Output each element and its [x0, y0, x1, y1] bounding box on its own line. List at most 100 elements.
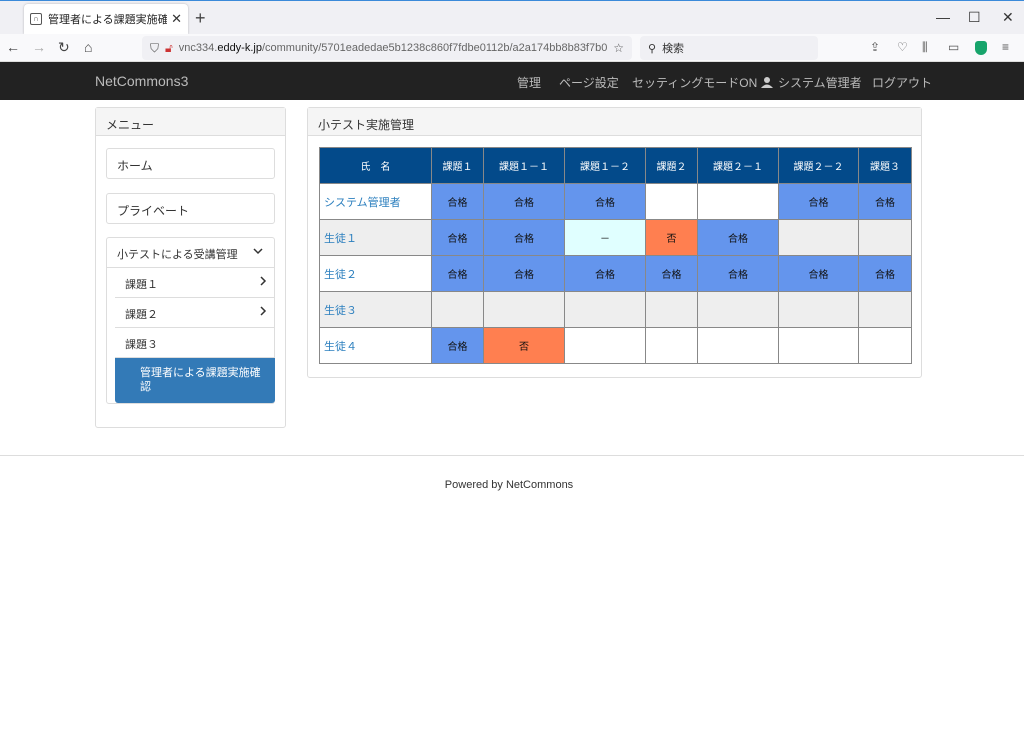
share-icon[interactable]: ⇪	[870, 40, 880, 54]
nav-manage[interactable]: 管理	[517, 74, 541, 91]
result-cell: 合格	[431, 327, 484, 364]
library-icon[interactable]: ⫼	[922, 40, 928, 55]
student-name-link[interactable]: システム管理者	[319, 183, 432, 220]
menu-item-home[interactable]: ホーム	[106, 148, 275, 179]
chevron-right-icon	[260, 306, 267, 316]
table-row: 生徒４ 合格否	[319, 327, 912, 364]
column-header: 課題１－１	[483, 147, 565, 184]
result-cell: 合格	[431, 255, 484, 292]
close-window-icon[interactable]: ✕	[1002, 9, 1014, 26]
result-cell	[645, 183, 698, 220]
nav-page-settings[interactable]: ページ設定	[559, 74, 619, 91]
student-name-link[interactable]: 生徒３	[319, 291, 432, 328]
chevron-down-icon	[253, 248, 263, 255]
result-cell	[645, 327, 698, 364]
result-cell: 合格	[858, 183, 912, 220]
result-cell	[778, 291, 859, 328]
result-cell	[778, 327, 859, 364]
result-cell	[697, 183, 779, 220]
chevron-right-icon	[260, 276, 267, 286]
result-cell	[564, 327, 646, 364]
result-cell: 合格	[778, 183, 859, 220]
result-cell: 合格	[431, 219, 484, 256]
forward-icon[interactable]: →	[32, 39, 46, 55]
menu-heading: メニュー	[96, 108, 285, 136]
browser-tab[interactable]: ∩ 管理者による課題実施確認 - Net ✕	[24, 4, 188, 34]
menu-sub-item-admin-check[interactable]: 管理者による課題実施確認	[115, 358, 275, 403]
column-header: 課題２－２	[778, 147, 859, 184]
result-cell	[564, 291, 646, 328]
pocket-icon[interactable]: ♡	[897, 40, 908, 54]
sidebar-icon[interactable]: ▭	[948, 40, 959, 54]
maximize-icon[interactable]: ☐	[968, 9, 981, 26]
result-cell: 合格	[483, 219, 565, 256]
result-cell: 合格	[858, 255, 912, 292]
column-header: 課題２	[645, 147, 698, 184]
menu-sub-item-task3[interactable]: 課題３	[115, 328, 275, 358]
result-cell: －	[564, 219, 646, 256]
student-name-link[interactable]: 生徒２	[319, 255, 432, 292]
table-row: 生徒３	[319, 291, 912, 328]
result-cell	[858, 327, 912, 364]
reload-icon[interactable]: ↻	[58, 39, 70, 56]
column-header: 課題１－２	[564, 147, 646, 184]
content-heading: 小テスト実施管理	[308, 108, 921, 136]
footer: Powered by NetCommons	[0, 479, 1024, 491]
result-cell: 合格	[697, 255, 779, 292]
nav-user[interactable]: システム管理者	[760, 74, 862, 91]
bookmark-star-icon[interactable]: ☆	[613, 41, 624, 55]
table-row: 生徒１ 合格 合格－否合格	[319, 219, 912, 256]
menu-group-quiz: 小テストによる受講管理 課題１ 課題２ 課題３ 管理者による課題実施確認	[106, 237, 275, 404]
browser-search-input[interactable]: ⚲ 検索	[640, 36, 818, 60]
result-cell	[645, 291, 698, 328]
lock-warning-icon[interactable]: 🔓︎	[165, 41, 173, 56]
footer-divider	[0, 455, 1024, 456]
column-header: 氏 名	[319, 147, 432, 184]
content-panel: 小テスト実施管理 氏 名 課題１ 課題１－１ 課題１－２ 課題２ 課題２－１ 課…	[307, 107, 922, 378]
result-cell: 合格	[483, 183, 565, 220]
result-cell: 合格	[645, 255, 698, 292]
result-cell	[697, 327, 779, 364]
browser-tab-strip: ∩ 管理者による課題実施確認 - Net ✕ + — ☐ ✕	[0, 0, 1024, 34]
menu-sub-item-task1[interactable]: 課題１	[115, 268, 275, 298]
table-row: 生徒２ 合格 合格 合格 合格 合格 合格 合格	[319, 255, 912, 292]
home-icon[interactable]: ⌂	[84, 39, 92, 55]
back-icon[interactable]: ←	[6, 39, 20, 55]
close-tab-icon[interactable]: ✕	[171, 11, 182, 27]
result-cell: 合格	[697, 219, 779, 256]
browser-nav-bar: ← → ↻ ⌂ ⛉ 🔓︎ vnc334.eddy-k.jp/community/…	[0, 34, 1024, 62]
url-bar[interactable]: ⛉ 🔓︎ vnc334.eddy-k.jp/community/5701eade…	[142, 36, 632, 60]
minimize-icon[interactable]: —	[936, 9, 950, 25]
extension-shield-icon[interactable]	[975, 41, 987, 55]
result-cell: 合格	[564, 183, 646, 220]
student-name-link[interactable]: 生徒１	[319, 219, 432, 256]
result-cell: 否	[483, 327, 565, 364]
result-cell	[858, 219, 912, 256]
nav-setting-mode[interactable]: セッティングモードON	[632, 74, 757, 91]
hamburger-menu-icon[interactable]: ≡	[1002, 40, 1009, 54]
result-cell: 否	[645, 219, 698, 256]
table-header-row: 氏 名 課題１ 課題１－１ 課題１－２ 課題２ 課題２－１ 課題２－２ 課題３	[319, 147, 912, 184]
result-cell	[483, 291, 565, 328]
result-cell: 合格	[483, 255, 565, 292]
nav-logout[interactable]: ログアウト	[872, 74, 932, 91]
search-icon: ⚲	[648, 42, 657, 55]
column-header: 課題１	[431, 147, 484, 184]
menu-item-private[interactable]: プライベート	[106, 193, 275, 224]
result-cell	[858, 291, 912, 328]
result-cell	[697, 291, 779, 328]
footer-text: Powered by NetCommons	[444, 479, 574, 491]
result-cell	[431, 291, 484, 328]
column-header: 課題２－１	[697, 147, 779, 184]
result-cell: 合格	[564, 255, 646, 292]
menu-panel: メニュー ホーム プライベート 小テストによる受講管理 課題１ 課題２ 課題３ …	[95, 107, 286, 428]
new-tab-icon[interactable]: +	[195, 8, 206, 29]
site-brand[interactable]: NetCommons3	[95, 73, 188, 89]
url-text[interactable]: vnc334.eddy-k.jp/community/5701eadedae5b…	[179, 42, 607, 54]
menu-group-header[interactable]: 小テストによる受講管理	[107, 238, 274, 268]
site-header: NetCommons3 管理 ページ設定 セッティングモードON システム管理者…	[0, 62, 1024, 100]
shield-icon[interactable]: ⛉	[150, 41, 159, 56]
user-icon	[761, 77, 773, 88]
student-name-link[interactable]: 生徒４	[319, 327, 432, 364]
menu-sub-item-task2[interactable]: 課題２	[115, 298, 275, 328]
